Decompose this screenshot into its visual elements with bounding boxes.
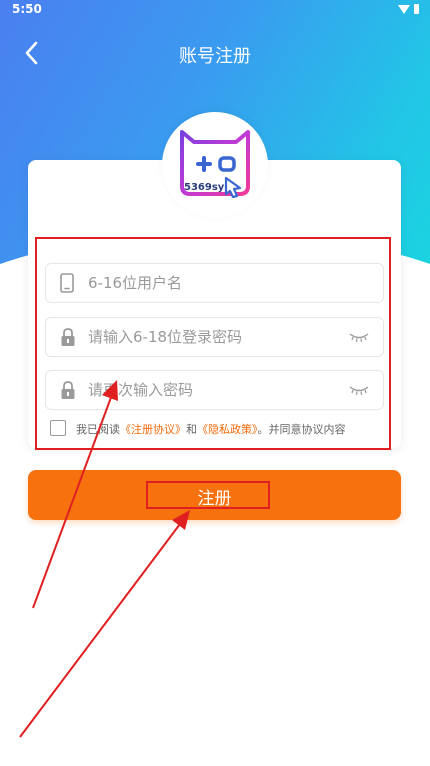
annotation-arrowhead-2	[172, 510, 190, 530]
annotation-arrows	[19, 380, 190, 738]
annotation-arrow-1	[32, 391, 114, 609]
annotation-arrowhead-1	[102, 380, 118, 401]
annotation-arrow-2	[19, 519, 184, 738]
